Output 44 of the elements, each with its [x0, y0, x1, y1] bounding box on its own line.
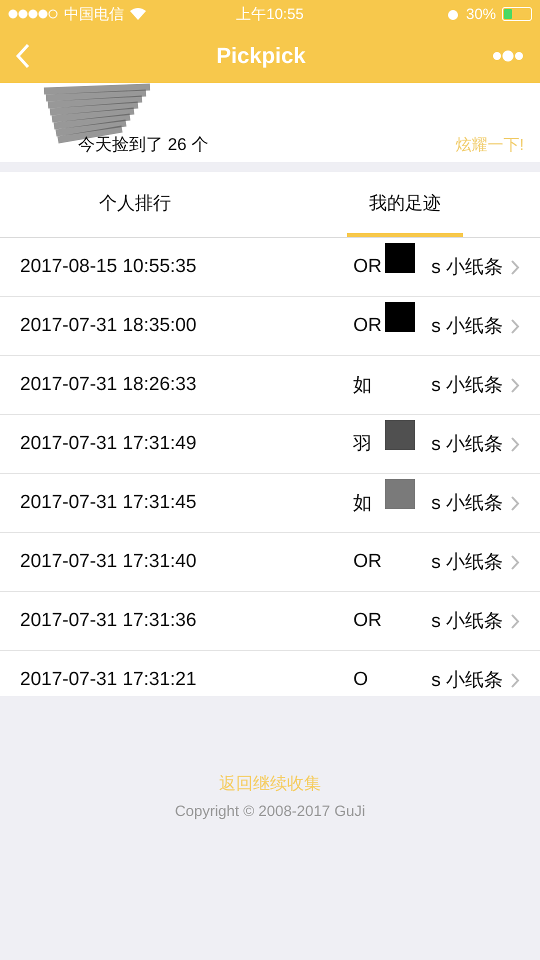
- chevron-right-icon[interactable]: [511, 554, 520, 570]
- owner-name: OR: [353, 315, 383, 337]
- chevron-right-icon[interactable]: [511, 318, 520, 334]
- pick-count-text: 今天捡到了 26 个: [78, 134, 208, 156]
- wifi-icon: [130, 8, 146, 20]
- note-label: s 小纸条: [431, 610, 503, 634]
- owner-name: 如: [353, 492, 374, 516]
- owner-name: OR: [353, 610, 383, 632]
- owner-name: O: [353, 669, 369, 691]
- note-label: s 小纸条: [431, 374, 503, 398]
- chevron-right-icon[interactable]: [511, 672, 520, 688]
- chevron-right-icon[interactable]: [511, 436, 520, 452]
- owner-name: OR: [353, 551, 383, 573]
- note-label: s 小纸条: [431, 669, 503, 693]
- note-label: s 小纸条: [431, 256, 503, 280]
- more-icon[interactable]: [492, 50, 524, 62]
- chevron-right-icon[interactable]: [511, 260, 520, 274]
- record-time: 2017-07-31 17:31:40: [20, 551, 198, 573]
- note-label: s 小纸条: [431, 433, 503, 457]
- chevron-right-icon[interactable]: [511, 496, 520, 510]
- owner-name: OR: [353, 256, 383, 278]
- chevron-right-icon[interactable]: [511, 614, 520, 628]
- note-label: s 小纸条: [431, 315, 503, 339]
- carrier-name: 中国电信: [64, 4, 124, 24]
- record-time: 2017-07-31 17:31:21: [20, 669, 198, 691]
- page-title: Pickpick: [216, 42, 306, 68]
- owner-name: 如: [353, 374, 374, 398]
- battery-percent: 30%: [466, 6, 496, 22]
- record-time: 2017-07-31 17:31:36: [20, 610, 198, 632]
- copyright-text: Copyright © 2008-2017 GuJi: [174, 803, 366, 820]
- back-icon[interactable]: [16, 42, 30, 68]
- chevron-right-icon[interactable]: [511, 378, 520, 392]
- record-time: 2017-07-31 18:26:33: [20, 374, 198, 396]
- record-time: 2017-07-31 18:35:00: [20, 315, 198, 337]
- clock-time: 上午10:55: [236, 4, 304, 24]
- record-time: 2017-07-31 17:31:45: [20, 492, 198, 514]
- signal-icon: [8, 9, 58, 19]
- note-label: s 小纸条: [431, 492, 503, 516]
- note-label: s 小纸条: [431, 551, 503, 575]
- battery-icon: [502, 7, 532, 21]
- record-time: 2017-07-31 17:31:49: [20, 433, 198, 455]
- owner-name: 羽: [353, 433, 374, 457]
- tab[interactable]: 个人排行: [77, 172, 193, 237]
- record-time: 2017-08-15 10:55:35: [20, 256, 198, 278]
